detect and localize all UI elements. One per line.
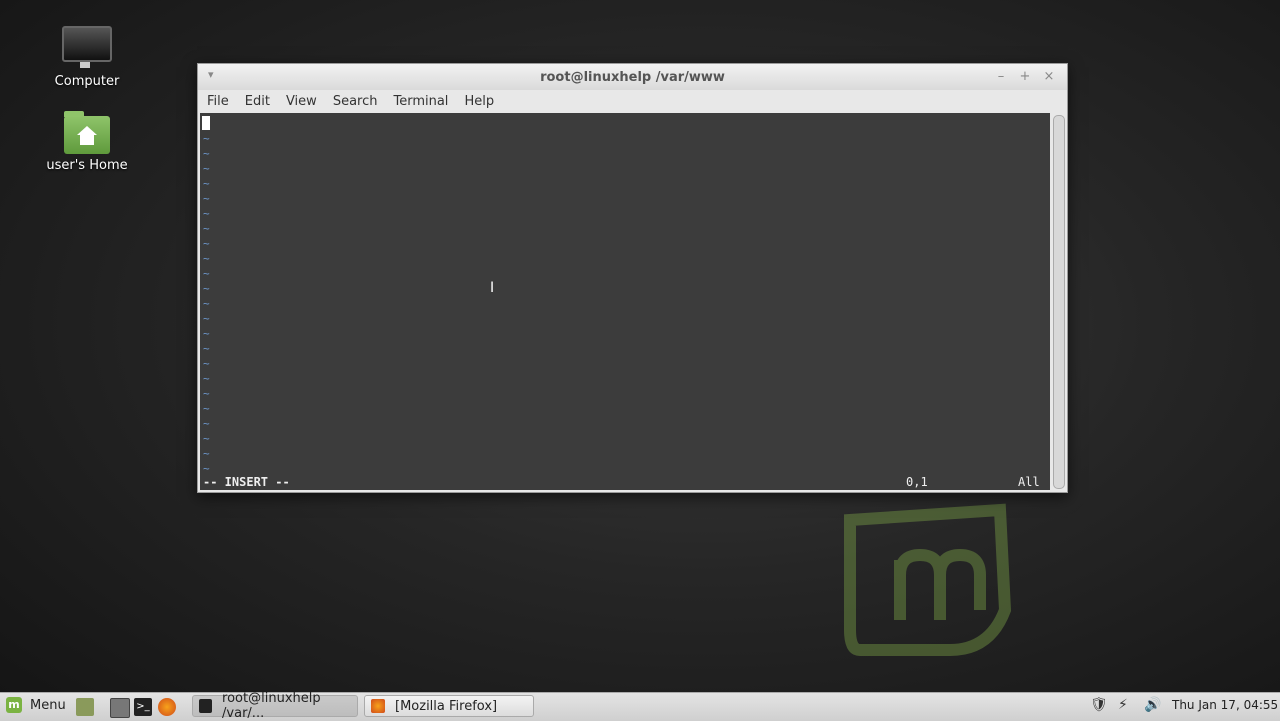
minimize-icon[interactable]: – (992, 68, 1010, 86)
file-manager-icon[interactable] (110, 698, 130, 718)
desktop-icon-computer[interactable]: Computer (42, 26, 132, 89)
tilde-line: ~ (203, 192, 210, 205)
menu-terminal[interactable]: Terminal (393, 94, 448, 109)
task-label: root@linuxhelp /var/... (222, 691, 321, 721)
menu-file[interactable]: File (207, 94, 229, 109)
tilde-line: ~ (203, 372, 210, 385)
terminal-launcher-icon[interactable]: >_ (134, 698, 152, 716)
menu-bar: File Edit View Search Terminal Help (198, 90, 1067, 112)
taskbar-item-firefox[interactable]: [Mozilla Firefox] (364, 695, 534, 717)
maximize-icon[interactable]: + (1016, 68, 1034, 86)
tilde-line: ~ (203, 222, 210, 235)
task-label: [Mozilla Firefox] (395, 698, 498, 714)
tilde-line: ~ (203, 252, 210, 265)
desktop-icon-label: Computer (54, 74, 120, 89)
home-folder-icon (64, 111, 110, 154)
empty-line-markers: ~ ~ ~ ~ ~ ~ ~ ~ ~ ~ ~ ~ ~ ~ ~ ~ ~ ~ ~ ~ ~ ~ ~ (203, 131, 210, 476)
desktop-icon-label: user's Home (46, 158, 128, 173)
menu-view[interactable]: View (286, 94, 317, 109)
tilde-line: ~ (203, 177, 210, 190)
vim-mode: -- INSERT -- (203, 475, 290, 489)
computer-icon (62, 26, 112, 68)
tilde-line: ~ (203, 327, 210, 340)
tilde-line: ~ (203, 342, 210, 355)
terminal-area[interactable]: ~ ~ ~ ~ ~ ~ ~ ~ ~ ~ ~ ~ ~ ~ ~ ~ ~ ~ ~ ~ ~ ~ ~ -- INSERT -- 0,1… (200, 113, 1050, 490)
menu-button[interactable]: m Menu (6, 697, 66, 713)
show-desktop-icon[interactable] (76, 698, 94, 716)
vim-status-line: -- INSERT -- 0,1 All (203, 475, 1043, 490)
close-icon[interactable]: × (1040, 68, 1058, 86)
tilde-line: ~ (203, 312, 210, 325)
text-cursor (202, 116, 210, 130)
tilde-line: ~ (203, 417, 210, 430)
tilde-line: ~ (203, 147, 210, 160)
ibeam-cursor-icon: I (490, 280, 495, 296)
tilde-line: ~ (203, 387, 210, 400)
scroll-indicator: All (1018, 475, 1040, 489)
window-title: root@linuxhelp /var/www (540, 70, 725, 85)
cursor-position: 0,1 (906, 475, 928, 489)
tilde-line: ~ (203, 282, 210, 295)
volume-icon[interactable]: 🔊 (1144, 697, 1161, 713)
mint-menu-icon: m (6, 697, 22, 713)
tilde-line: ~ (203, 267, 210, 280)
menu-search[interactable]: Search (333, 94, 378, 109)
menu-edit[interactable]: Edit (245, 94, 270, 109)
menu-help[interactable]: Help (464, 94, 494, 109)
taskbar: m Menu >_ root@linuxhelp /var/... [Mozil… (0, 691, 1280, 721)
title-bar[interactable]: ▾ root@linuxhelp /var/www – + × (198, 64, 1067, 90)
firefox-icon (371, 699, 385, 713)
firefox-launcher-icon[interactable] (158, 698, 176, 716)
desktop-icon-home[interactable]: user's Home (42, 111, 132, 173)
tilde-line: ~ (203, 447, 210, 460)
tilde-line: ~ (203, 297, 210, 310)
clock[interactable]: Thu Jan 17, 04:55 (1172, 698, 1278, 712)
taskbar-item-terminal[interactable]: root@linuxhelp /var/... (192, 691, 358, 721)
tilde-line: ~ (203, 207, 210, 220)
terminal-icon (199, 699, 213, 713)
tilde-line: ~ (203, 402, 210, 415)
tilde-line: ~ (203, 357, 210, 370)
network-icon[interactable]: ⚡ (1118, 697, 1128, 713)
tilde-line: ~ (203, 432, 210, 445)
tilde-line: ~ (203, 162, 210, 175)
tilde-line: ~ (203, 462, 210, 475)
menu-label: Menu (30, 697, 66, 713)
mint-logo-watermark (844, 503, 1012, 656)
tilde-line: ~ (203, 132, 210, 145)
update-manager-icon[interactable]: 🛡 (1090, 697, 1108, 713)
scrollbar[interactable] (1053, 115, 1065, 489)
terminal-window: ▾ root@linuxhelp /var/www – + × File Edi… (197, 63, 1068, 493)
tilde-line: ~ (203, 237, 210, 250)
